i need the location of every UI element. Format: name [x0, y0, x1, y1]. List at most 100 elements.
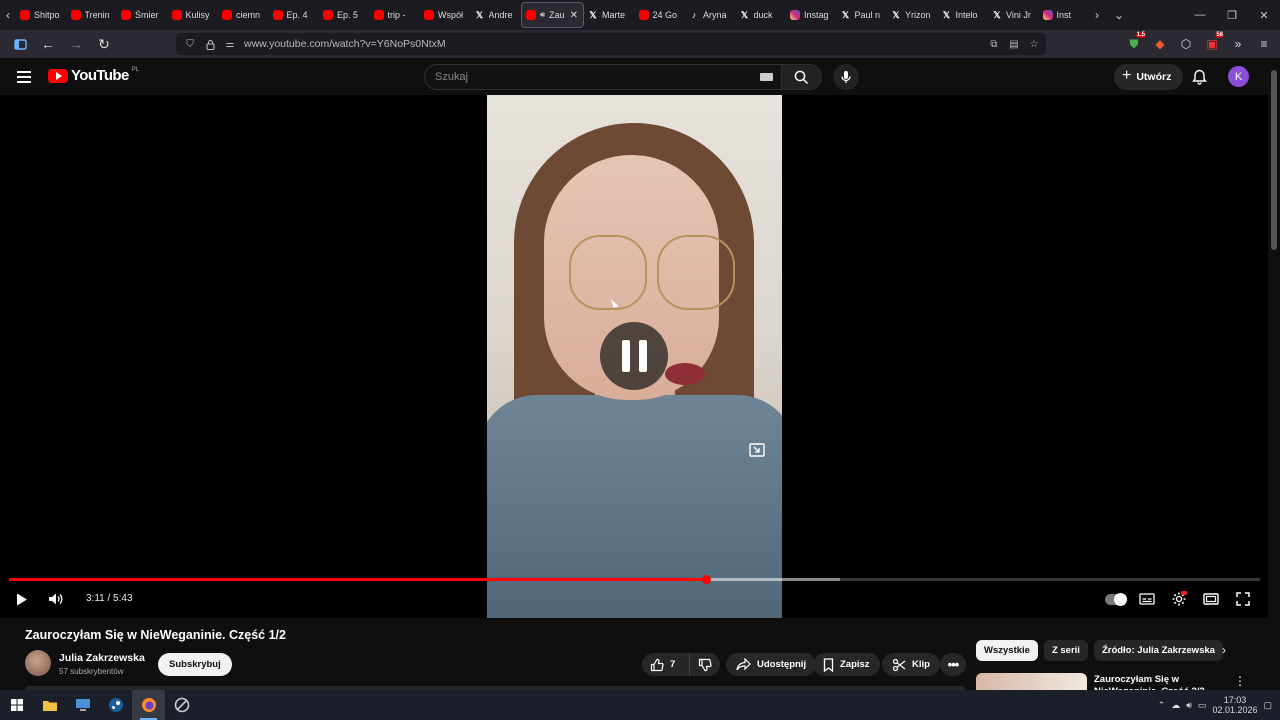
search-button[interactable]: [782, 64, 822, 90]
taskbar-game-app[interactable]: [165, 690, 198, 720]
channel-avatar[interactable]: [25, 650, 51, 676]
browser-tab[interactable]: ♪ Aryna: [685, 2, 736, 28]
browser-tab[interactable]: 𝕏duck: [736, 2, 787, 28]
browser-tab[interactable]: Trenin: [67, 2, 118, 28]
picture-in-picture-icon[interactable]: ⧉: [988, 38, 1000, 50]
create-button[interactable]: + Utwórz: [1114, 64, 1184, 90]
filter-chip[interactable]: Z serii: [1043, 640, 1088, 661]
guide-menu-icon[interactable]: [14, 67, 34, 87]
fox-extension-icon[interactable]: ◆: [1150, 32, 1170, 56]
taskbar-firefox[interactable]: [132, 690, 165, 720]
search-input[interactable]: [435, 71, 735, 83]
account-avatar[interactable]: K: [1228, 66, 1249, 87]
channel-name[interactable]: Julia Zakrzewska: [59, 652, 145, 664]
overflow-chevron-icon[interactable]: »: [1228, 32, 1248, 56]
miniplayer-icon[interactable]: [745, 438, 769, 462]
keyboard-icon[interactable]: [760, 73, 773, 81]
reload-icon[interactable]: ↻: [92, 32, 116, 56]
page-scrollbar[interactable]: [1268, 58, 1280, 690]
youtube-logo[interactable]: YouTube PL: [48, 67, 139, 84]
browser-tab[interactable]: Ep. 4: [269, 2, 320, 28]
share-button[interactable]: Udostępnij: [726, 653, 817, 676]
browser-tab[interactable]: Shitpo: [16, 2, 67, 28]
download-extension-icon[interactable]: ▣ 58: [1202, 32, 1224, 56]
scrollbar-thumb[interactable]: [1271, 70, 1277, 250]
save-button[interactable]: Zapisz: [813, 653, 880, 676]
tray-volume-icon[interactable]: 🔊︎: [1186, 700, 1192, 711]
instagram-icon: [1042, 10, 1053, 20]
app-menu-icon[interactable]: ≡: [1254, 32, 1274, 56]
progress-bar[interactable]: [9, 575, 1260, 584]
browser-tab[interactable]: 𝕏 Intelo: [938, 2, 989, 28]
clip-button[interactable]: Klip: [882, 653, 940, 676]
tray-chevron-icon[interactable]: ⌃: [1158, 700, 1166, 711]
video-player[interactable]: 3:11 / 5:43: [0, 95, 1268, 618]
browser-tab[interactable]: 𝕏 Paul n: [837, 2, 888, 28]
tab-audio-icon[interactable]: 🔊︎: [540, 10, 545, 20]
theater-mode-button[interactable]: [1199, 587, 1223, 611]
taskbar-computer[interactable]: [66, 690, 99, 720]
back-icon[interactable]: ←: [36, 32, 60, 56]
notifications-button[interactable]: [1189, 67, 1209, 87]
progress-scrubber-handle[interactable]: [701, 575, 711, 584]
tab-list-dropdown-icon[interactable]: ⌄: [1105, 0, 1133, 30]
browser-tab[interactable]: Ep. 5: [319, 2, 370, 28]
browser-tab[interactable]: 𝕏 Andre: [471, 2, 522, 28]
chips-next-icon[interactable]: ›: [1222, 643, 1236, 657]
settings-button[interactable]: [1167, 587, 1191, 611]
recommended-title[interactable]: Zauroczyłam Się w NieWeganinie. Część 2/…: [1094, 674, 1219, 690]
fullscreen-button[interactable]: [1231, 587, 1255, 611]
forward-icon[interactable]: →: [64, 32, 88, 56]
recommended-more-icon[interactable]: ⋮: [1234, 674, 1246, 688]
tracking-shield-icon[interactable]: ⛉: [184, 38, 196, 50]
browser-tab[interactable]: 🔊︎ Zau ✕: [521, 2, 584, 28]
browser-tab[interactable]: Instag: [786, 2, 837, 28]
tabs-scroll-left-icon[interactable]: ‹: [0, 0, 16, 30]
start-button[interactable]: [0, 690, 33, 720]
voice-search-button[interactable]: [833, 64, 859, 90]
filter-chip[interactable]: Wszystkie: [976, 640, 1038, 661]
close-window-icon[interactable]: ✕: [1248, 0, 1280, 30]
notifications-center-icon[interactable]: ▢: [1263, 700, 1272, 711]
taskbar-clock[interactable]: 17:03 02.01.2026: [1212, 695, 1257, 715]
taskbar-steam[interactable]: [99, 690, 132, 720]
dislike-button[interactable]: [690, 658, 720, 672]
tab-close-icon[interactable]: ✕: [570, 10, 578, 21]
sidebar-toggle-icon[interactable]: [8, 32, 32, 56]
subtitles-button[interactable]: [1135, 587, 1159, 611]
subscribe-button[interactable]: Subskrybuj: [158, 653, 232, 676]
mute-button[interactable]: [44, 587, 68, 611]
permissions-icon[interactable]: ⚌: [224, 38, 236, 50]
browser-tab[interactable]: 24 Go: [635, 2, 686, 28]
like-button[interactable]: 7: [650, 653, 690, 676]
pause-overlay-icon[interactable]: [600, 322, 668, 390]
taskbar-file-explorer[interactable]: [33, 690, 66, 720]
minimize-icon[interactable]: —: [1184, 0, 1216, 30]
extensions-icon[interactable]: ⬡: [1176, 32, 1196, 56]
reader-view-icon[interactable]: ▤: [1008, 38, 1020, 50]
bookmark-star-icon[interactable]: ☆: [1028, 38, 1040, 50]
browser-tab[interactable]: 𝕏 Vini Jr: [988, 2, 1039, 28]
url-text[interactable]: www.youtube.com/watch?v=Y6NoPs0NtxM: [244, 38, 446, 50]
tray-network-icon[interactable]: ▭: [1198, 700, 1207, 711]
tray-cloud-icon[interactable]: ☁: [1171, 700, 1180, 711]
system-tray: ⌃ ☁ 🔊︎ ▭ 17:03 02.01.2026 ▢: [1158, 690, 1280, 720]
browser-tab[interactable]: Inst: [1039, 2, 1090, 28]
browser-tab[interactable]: Współ: [420, 2, 471, 28]
restore-icon[interactable]: ❐: [1216, 0, 1248, 30]
autoplay-toggle[interactable]: [1103, 587, 1127, 611]
tabs-scroll-right-icon[interactable]: ›: [1089, 0, 1105, 30]
more-actions-button[interactable]: •••: [940, 653, 966, 676]
browser-tab[interactable]: trip -: [370, 2, 421, 28]
recommended-thumbnail[interactable]: [976, 673, 1087, 690]
play-button[interactable]: [10, 587, 34, 611]
shield-extension-icon[interactable]: ⛊ 1.5: [1124, 32, 1146, 56]
filter-chip[interactable]: Źródło: Julia Zakrzewska: [1093, 640, 1223, 661]
address-bar[interactable]: ⛉ ⚌ www.youtube.com/watch?v=Y6NoPs0NtxM …: [176, 33, 1046, 55]
lock-icon[interactable]: [204, 38, 216, 50]
browser-tab[interactable]: Śmier: [117, 2, 168, 28]
browser-tab[interactable]: ciemn: [218, 2, 269, 28]
browser-tab[interactable]: Kulisy: [168, 2, 219, 28]
browser-tab[interactable]: 𝕏 Marte: [584, 2, 635, 28]
browser-tab[interactable]: 𝕏 Yrizon: [887, 2, 938, 28]
